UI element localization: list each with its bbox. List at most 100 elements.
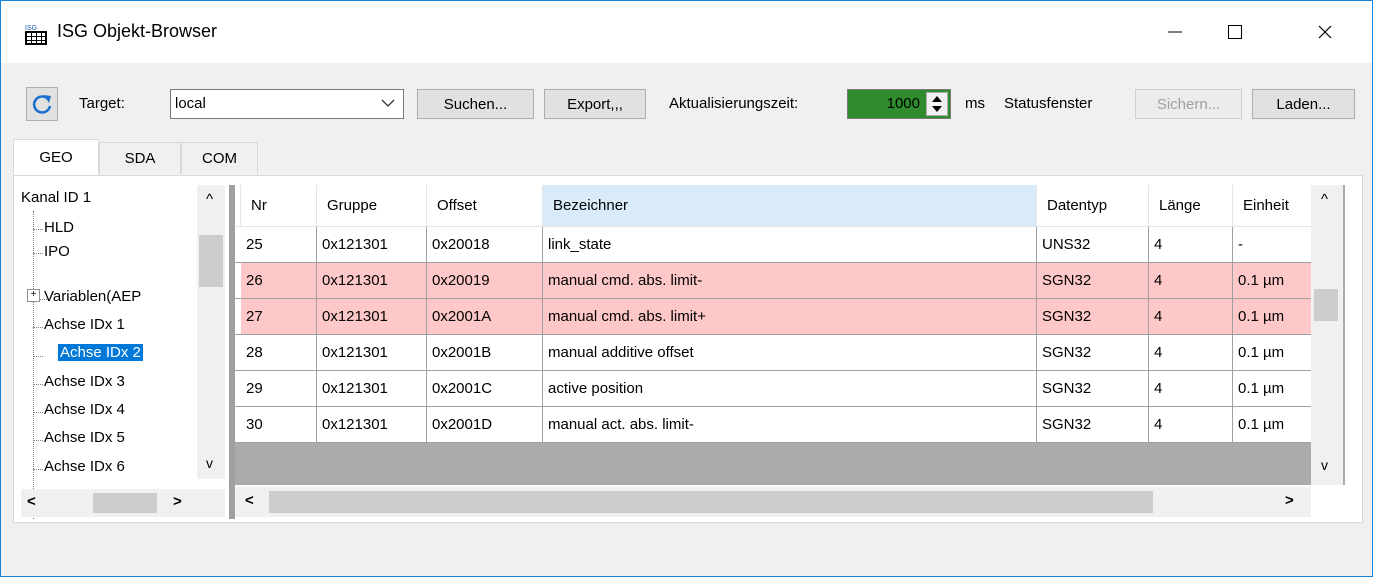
cell-datentyp[interactable]: SGN32 [1037, 335, 1149, 371]
export-button[interactable]: Export,,, [544, 89, 646, 119]
tree-horizontal-scrollbar[interactable]: < > [21, 489, 225, 517]
tree-item-achse-6[interactable]: Achse IDx 6 [44, 458, 125, 475]
tree-connector [33, 356, 43, 357]
cell-gruppe[interactable]: 0x121301 [317, 299, 427, 335]
grid-scroll-left-icon[interactable]: < [245, 492, 254, 509]
tree-scroll-thumb[interactable] [199, 235, 223, 287]
data-grid[interactable]: Nr Gruppe Offset Bezeichner Datentyp Län… [235, 185, 1345, 485]
minimize-button[interactable] [1147, 1, 1203, 63]
column-header-gruppe[interactable]: Gruppe [317, 185, 427, 227]
scroll-left-icon[interactable]: < [27, 493, 36, 510]
chevron-down-icon [381, 99, 395, 107]
column-header-bezeichner[interactable]: Bezeichner [543, 185, 1037, 227]
tree-expand-icon[interactable]: + [27, 289, 40, 302]
tree-item-hld[interactable]: HLD [44, 219, 74, 236]
cell-laenge[interactable]: 4 [1149, 227, 1233, 263]
cell-offset[interactable]: 0x20018 [427, 227, 543, 263]
cell-einheit[interactable]: - [1233, 227, 1313, 263]
cell-nr[interactable]: 27 [241, 299, 317, 335]
scroll-right-icon[interactable]: > [173, 493, 182, 510]
grid-horizontal-scrollbar[interactable]: < > [235, 487, 1311, 517]
cell-offset[interactable]: 0x2001B [427, 335, 543, 371]
grid-scroll-down-icon[interactable]: v [1321, 457, 1328, 473]
cell-gruppe[interactable]: 0x121301 [317, 335, 427, 371]
status-window-label: Statusfenster [1004, 95, 1093, 112]
tree-connector [33, 384, 43, 385]
grid-scroll-right-icon[interactable]: > [1285, 492, 1294, 509]
grid-vertical-scrollbar[interactable]: ^ v [1311, 185, 1343, 485]
column-header-laenge[interactable]: Länge [1149, 185, 1233, 227]
tree-item-achse-5[interactable]: Achse IDx 5 [44, 429, 125, 446]
spin-buttons[interactable] [926, 92, 948, 116]
cell-datentyp[interactable]: SGN32 [1037, 371, 1149, 407]
update-time-unit: ms [965, 95, 985, 112]
cell-einheit[interactable]: 0.1 µm [1233, 407, 1313, 443]
tree-item-achse-1[interactable]: Achse IDx 1 [44, 316, 125, 333]
tree-item-kanal[interactable]: Kanal ID 1 [21, 189, 91, 206]
cell-offset[interactable]: 0x2001A [427, 299, 543, 335]
close-button[interactable] [1297, 1, 1353, 63]
tree-guide-line [33, 211, 34, 519]
cell-datentyp[interactable]: SGN32 [1037, 407, 1149, 443]
tree-item-ipo[interactable]: IPO [44, 243, 70, 260]
grid-scroll-thumb[interactable] [1314, 289, 1338, 321]
cell-nr[interactable]: 26 [241, 263, 317, 299]
target-select[interactable]: local [170, 89, 404, 119]
tree-vertical-scrollbar[interactable]: ^ v [197, 185, 225, 479]
column-header-offset[interactable]: Offset [427, 185, 543, 227]
cell-einheit[interactable]: 0.1 µm [1233, 299, 1313, 335]
cell-datentyp[interactable]: SGN32 [1037, 299, 1149, 335]
tree-item-achse-2[interactable]: Achse IDx 2 [58, 344, 143, 361]
search-button[interactable]: Suchen... [417, 89, 534, 119]
cell-laenge[interactable]: 4 [1149, 335, 1233, 371]
save-button[interactable]: Sichern... [1135, 89, 1242, 119]
refresh-button[interactable] [26, 87, 58, 121]
update-time-spinner[interactable]: 1000 [847, 89, 951, 119]
cell-nr[interactable]: 25 [241, 227, 317, 263]
cell-laenge[interactable]: 4 [1149, 263, 1233, 299]
maximize-button[interactable] [1207, 1, 1263, 63]
cell-bezeichner[interactable]: link_state [543, 227, 1037, 263]
tab-com[interactable]: COM [181, 142, 258, 174]
load-button[interactable]: Laden... [1252, 89, 1355, 119]
cell-bezeichner[interactable]: manual cmd. abs. limit+ [543, 299, 1037, 335]
cell-einheit[interactable]: 0.1 µm [1233, 263, 1313, 299]
tab-geo[interactable]: GEO [13, 139, 99, 175]
grid-scroll-up-icon[interactable]: ^ [1321, 191, 1328, 208]
tree-item-achse-4[interactable]: Achse IDx 4 [44, 401, 125, 418]
column-header-nr[interactable]: Nr [241, 185, 317, 227]
cell-gruppe[interactable]: 0x121301 [317, 263, 427, 299]
cell-gruppe[interactable]: 0x121301 [317, 371, 427, 407]
scroll-up-icon[interactable]: ^ [206, 191, 213, 208]
cell-nr[interactable]: 30 [241, 407, 317, 443]
cell-gruppe[interactable]: 0x121301 [317, 407, 427, 443]
cell-bezeichner[interactable]: manual additive offset [543, 335, 1037, 371]
scroll-down-icon[interactable]: v [206, 455, 213, 471]
cell-laenge[interactable]: 4 [1149, 407, 1233, 443]
cell-offset[interactable]: 0x2001C [427, 371, 543, 407]
column-header-einheit[interactable]: Einheit [1233, 185, 1313, 227]
tree-item-achse-3[interactable]: Achse IDx 3 [44, 373, 125, 390]
cell-einheit[interactable]: 0.1 µm [1233, 371, 1313, 407]
grid-hscroll-thumb[interactable] [269, 491, 1153, 513]
column-header-datentyp[interactable]: Datentyp [1037, 185, 1149, 227]
cell-datentyp[interactable]: UNS32 [1037, 227, 1149, 263]
cell-nr[interactable]: 28 [241, 335, 317, 371]
cell-datentyp[interactable]: SGN32 [1037, 263, 1149, 299]
window-title: ISG Objekt-Browser [57, 21, 218, 41]
cell-bezeichner[interactable]: manual cmd. abs. limit- [543, 263, 1037, 299]
target-value: local [175, 95, 206, 112]
cell-laenge[interactable]: 4 [1149, 371, 1233, 407]
cell-offset[interactable]: 0x2001D [427, 407, 543, 443]
cell-bezeichner[interactable]: active position [543, 371, 1037, 407]
tree-item-variablen[interactable]: Variablen(AEP [44, 288, 141, 305]
cell-bezeichner[interactable]: manual act. abs. limit- [543, 407, 1037, 443]
tree-connector [33, 440, 43, 441]
cell-laenge[interactable]: 4 [1149, 299, 1233, 335]
cell-nr[interactable]: 29 [241, 371, 317, 407]
tree-hscroll-thumb[interactable] [93, 493, 157, 513]
cell-gruppe[interactable]: 0x121301 [317, 227, 427, 263]
cell-offset[interactable]: 0x20019 [427, 263, 543, 299]
tab-sda[interactable]: SDA [99, 142, 181, 174]
cell-einheit[interactable]: 0.1 µm [1233, 335, 1313, 371]
